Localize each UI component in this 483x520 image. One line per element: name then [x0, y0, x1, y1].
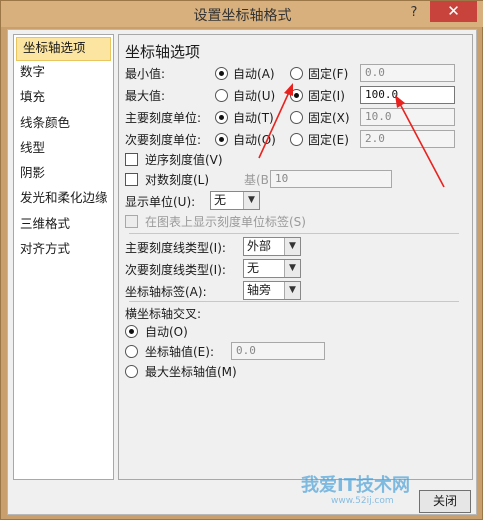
chevron-down-icon: ▼ [243, 192, 259, 209]
minor-auto-radio[interactable] [215, 133, 228, 146]
help-button[interactable]: ? [403, 3, 425, 23]
max-fixed-label: 固定(I) [308, 89, 345, 103]
min-auto-label: 自动(A) [233, 67, 275, 81]
watermark-text: 我爱IT技术网 [301, 475, 410, 496]
major-fixed-label: 固定(X) [308, 111, 350, 125]
cross-value-field[interactable]: 0.0 [231, 342, 325, 360]
cross-value-label: 坐标轴值(E): [145, 345, 214, 359]
minor-fixed-label: 固定(E) [308, 133, 349, 147]
dialog-client: 坐标轴选项 数字 填充 线条颜色 线型 阴影 发光和柔化边缘 三维格式 对齐方式… [7, 29, 477, 515]
axis-labels-select[interactable]: 轴旁 ▼ [243, 281, 301, 300]
sidebar-item-shadow[interactable]: 阴影 [14, 162, 113, 187]
minor-unit-label: 次要刻度单位: [125, 133, 202, 147]
chevron-down-icon: ▼ [284, 260, 300, 277]
major-unit-label: 主要刻度单位: [125, 111, 202, 125]
major-fixed-radio[interactable] [290, 111, 303, 124]
log-base-field[interactable]: 10 [270, 170, 392, 188]
reverse-label: 逆序刻度值(V) [145, 153, 223, 167]
cross-auto-label: 自动(O) [145, 325, 188, 339]
max-value-field[interactable]: 100.0 [360, 86, 455, 104]
category-list: 坐标轴选项 数字 填充 线条颜色 线型 阴影 发光和柔化边缘 三维格式 对齐方式 [13, 34, 114, 480]
reverse-checkbox[interactable] [125, 153, 138, 166]
major-auto-radio[interactable] [215, 111, 228, 124]
show-units-checkbox[interactable] [125, 215, 138, 228]
cross-heading: 横坐标轴交叉: [125, 307, 202, 321]
major-tick-type-select[interactable]: 外部 ▼ [243, 237, 301, 256]
major-value-field[interactable]: 10.0 [360, 108, 455, 126]
dialog-window: 设置坐标轴格式 ? ✕ 坐标轴选项 数字 填充 线条颜色 线型 阴影 发光和柔化… [0, 0, 483, 520]
chevron-down-icon: ▼ [284, 238, 300, 255]
chevron-down-icon: ▼ [284, 282, 300, 299]
axis-labels-label: 坐标轴标签(A): [125, 285, 207, 299]
panel-heading: 坐标轴选项 [125, 43, 201, 61]
max-auto-radio[interactable] [215, 89, 228, 102]
minor-tick-type-label: 次要刻度线类型(I): [125, 263, 226, 277]
min-auto-radio[interactable] [215, 67, 228, 80]
display-units-select[interactable]: 无 ▼ [210, 191, 260, 210]
sidebar-item-line-style[interactable]: 线型 [14, 137, 113, 162]
watermark-url: www.52ij.com [331, 496, 394, 506]
major-auto-label: 自动(T) [233, 111, 274, 125]
display-units-label: 显示单位(U): [125, 195, 196, 209]
max-fixed-radio[interactable] [290, 89, 303, 102]
sidebar-item-3d-format[interactable]: 三维格式 [14, 213, 113, 238]
minor-fixed-radio[interactable] [290, 133, 303, 146]
close-button[interactable]: 关闭 [419, 490, 471, 513]
cross-max-label: 最大坐标轴值(M) [145, 365, 237, 379]
log-scale-label: 对数刻度(L) [145, 173, 210, 187]
min-label: 最小值: [125, 67, 166, 81]
sidebar-item-line-color[interactable]: 线条颜色 [14, 112, 113, 137]
minor-tick-type-select[interactable]: 无 ▼ [243, 259, 301, 278]
cross-auto-radio[interactable] [125, 325, 138, 338]
sidebar-item-glow[interactable]: 发光和柔化边缘 [14, 187, 113, 212]
cross-max-radio[interactable] [125, 365, 138, 378]
max-auto-label: 自动(U) [233, 89, 276, 103]
divider [129, 301, 459, 302]
sidebar-item-number[interactable]: 数字 [14, 61, 113, 86]
max-label: 最大值: [125, 89, 166, 103]
close-window-button[interactable]: ✕ [430, 1, 477, 22]
min-value-field[interactable]: 0.0 [360, 64, 455, 82]
log-scale-checkbox[interactable] [125, 173, 138, 186]
axis-options-panel: 坐标轴选项 最小值: 自动(A) 固定(F) 0.0 最大值: 自动(U) 固定… [118, 34, 473, 480]
cross-value-radio[interactable] [125, 345, 138, 358]
min-fixed-radio[interactable] [290, 67, 303, 80]
sidebar-item-fill[interactable]: 填充 [14, 86, 113, 111]
show-units-label: 在图表上显示刻度单位标签(S) [145, 215, 306, 229]
minor-value-field[interactable]: 2.0 [360, 130, 455, 148]
divider [129, 233, 459, 234]
sidebar-item-axis-options[interactable]: 坐标轴选项 [16, 37, 111, 61]
major-tick-type-label: 主要刻度线类型(I): [125, 241, 226, 255]
min-fixed-label: 固定(F) [308, 67, 349, 81]
minor-auto-label: 自动(O) [233, 133, 276, 147]
title-bar: 设置坐标轴格式 ? ✕ [1, 1, 483, 27]
sidebar-item-alignment[interactable]: 对齐方式 [14, 238, 113, 263]
